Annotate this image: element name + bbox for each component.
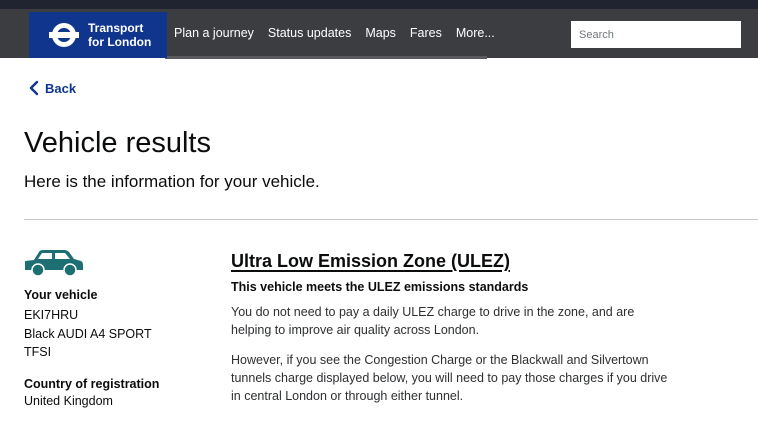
divider xyxy=(24,219,758,220)
page-subtitle: Here is the information for your vehicle… xyxy=(24,172,320,191)
ulez-heading-link[interactable]: Ultra Low Emission Zone (ULEZ) xyxy=(231,251,510,272)
vehicle-model-line-1: Black AUDI A4 SPORT xyxy=(24,327,152,341)
back-link[interactable]: Back xyxy=(27,80,76,96)
page-title: Vehicle results xyxy=(24,127,211,159)
nav-underline xyxy=(165,56,487,59)
logo-line-2: for London xyxy=(88,35,152,49)
nav-status-updates[interactable]: Status updates xyxy=(268,26,351,40)
nav-maps[interactable]: Maps xyxy=(365,26,396,40)
back-label: Back xyxy=(45,80,77,96)
country-value: United Kingdom xyxy=(24,394,113,408)
roundel-icon xyxy=(49,20,79,50)
ulez-paragraph-2: However, if you see the Congestion Charg… xyxy=(231,353,668,403)
tfl-logo[interactable]: Transport for London xyxy=(29,12,167,58)
vehicle-registration: EKI7HRU xyxy=(24,308,79,322)
vehicle-model-line-2: TFSI xyxy=(24,345,52,359)
nav-plan-a-journey[interactable]: Plan a journey xyxy=(174,26,254,40)
chevron-left-icon xyxy=(29,80,39,96)
country-label: Country of registration xyxy=(24,377,160,391)
ulez-paragraph-1: You do not need to pay a daily ULEZ char… xyxy=(231,305,635,337)
nav-more[interactable]: More... xyxy=(456,26,495,40)
logo-line-1: Transport xyxy=(88,21,144,35)
nav-fares[interactable]: Fares xyxy=(410,26,442,40)
car-icon xyxy=(25,250,83,277)
main-nav: Plan a journey Status updates Maps Fares… xyxy=(174,26,509,40)
logo-text: Transport for London xyxy=(88,21,151,49)
ulez-status: This vehicle meets the ULEZ emissions st… xyxy=(231,280,529,294)
top-strip xyxy=(0,0,758,9)
search-input[interactable] xyxy=(571,21,741,48)
your-vehicle-label: Your vehicle xyxy=(24,288,98,302)
